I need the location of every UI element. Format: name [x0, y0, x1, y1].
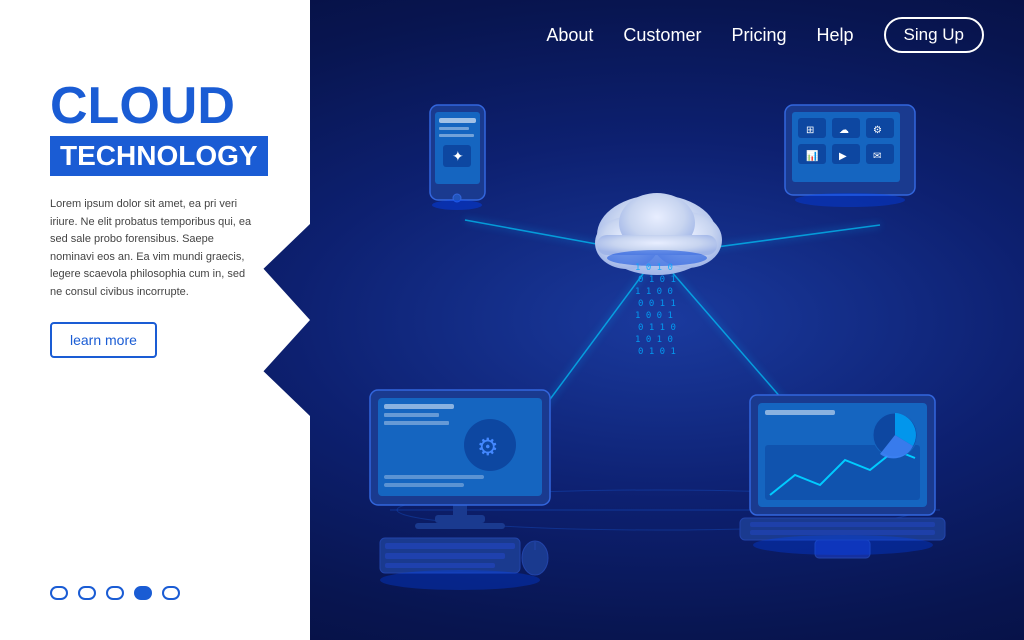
svg-text:1 0 0 1: 1 0 0 1: [635, 311, 673, 321]
nav-about[interactable]: About: [546, 25, 593, 46]
svg-text:⚙: ⚙: [477, 434, 499, 461]
hero-title: CLOUD TECHNOLOGY: [50, 80, 260, 176]
pagination-dot-3[interactable]: [106, 586, 124, 600]
svg-text:☁: ☁: [839, 125, 849, 136]
pagination-dot-1[interactable]: [50, 586, 68, 600]
svg-text:📊: 📊: [806, 149, 818, 162]
left-content: CLOUD TECHNOLOGY Lorem ipsum dolor sit a…: [0, 0, 290, 640]
signup-button[interactable]: Sing Up: [884, 17, 984, 53]
pagination-dot-2[interactable]: [78, 586, 96, 600]
svg-text:⊞: ⊞: [806, 125, 814, 136]
svg-text:0 1 0 1: 0 1 0 1: [638, 347, 676, 357]
svg-text:✦: ✦: [452, 148, 464, 164]
svg-text:0 1 0 1: 0 1 0 1: [638, 275, 676, 285]
title-technology: TECHNOLOGY: [50, 136, 268, 176]
svg-text:1 0 1 0: 1 0 1 0: [635, 335, 673, 345]
illustration-svg: 1 0 1 0 0 1 0 1 1 1 0 0 0 0 1 1 1 0 0 1 …: [290, 70, 1024, 640]
title-cloud: CLOUD: [50, 80, 260, 132]
pagination-dot-5[interactable]: [162, 586, 180, 600]
illustration-area: 1 0 1 0 0 1 0 1 1 1 0 0 0 0 1 1 1 0 0 1 …: [290, 70, 1024, 640]
pagination-dot-4[interactable]: [134, 586, 152, 600]
svg-text:▶: ▶: [839, 151, 847, 162]
nav-help[interactable]: Help: [816, 25, 853, 46]
nav-pricing[interactable]: Pricing: [731, 25, 786, 46]
svg-text:0 0 1 1: 0 0 1 1: [638, 299, 676, 309]
pagination: [50, 586, 180, 600]
nav-customer[interactable]: Customer: [623, 25, 701, 46]
svg-text:✉: ✉: [873, 151, 881, 162]
svg-text:0 1 1 0: 0 1 1 0: [638, 323, 676, 333]
learn-more-button[interactable]: learn more: [50, 322, 157, 358]
svg-text:⚙: ⚙: [873, 125, 882, 136]
svg-text:1 1 0 0: 1 1 0 0: [635, 287, 673, 297]
svg-text:1 0 1 0: 1 0 1 0: [635, 263, 673, 273]
navbar: About Customer Pricing Help Sing Up: [0, 0, 1024, 70]
hero-description: Lorem ipsum dolor sit amet, ea pri veri …: [50, 196, 260, 302]
page-wrapper: About Customer Pricing Help Sing Up CLOU…: [0, 0, 1024, 640]
